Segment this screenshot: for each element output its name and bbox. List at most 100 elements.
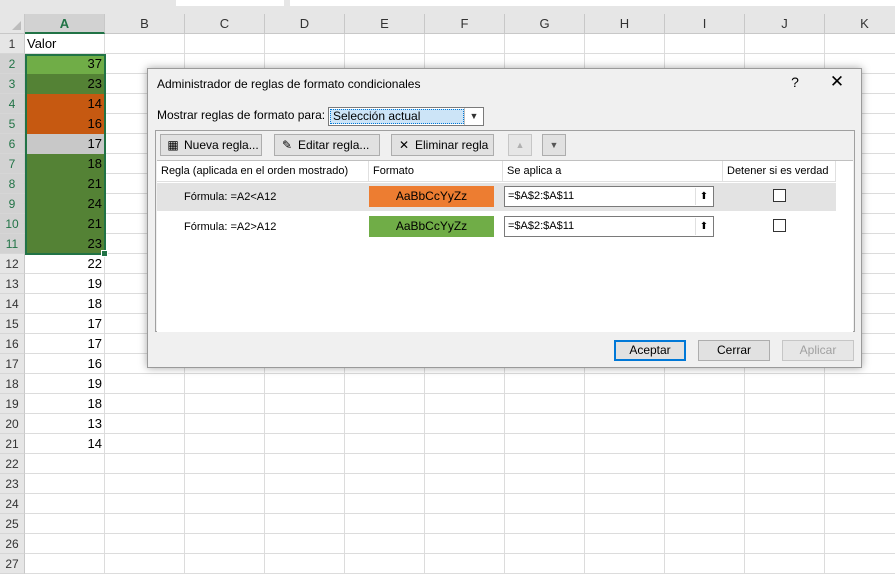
cell-a5[interactable]: 16 [25,114,105,134]
cell-e19[interactable] [345,394,425,414]
cell-e25[interactable] [345,514,425,534]
cell-c19[interactable] [185,394,265,414]
stop-if-true-checkbox[interactable] [773,219,786,232]
column-header-a[interactable]: A [25,14,105,34]
cell-h24[interactable] [585,494,665,514]
cell-a27[interactable] [25,554,105,574]
cell-j20[interactable] [745,414,825,434]
cell-g25[interactable] [505,514,585,534]
cell-b1[interactable] [105,34,185,54]
row-header-9[interactable]: 9 [0,194,25,214]
cell-f23[interactable] [425,474,505,494]
help-button[interactable]: ? [788,74,802,90]
cell-g22[interactable] [505,454,585,474]
cell-c23[interactable] [185,474,265,494]
cell-i20[interactable] [665,414,745,434]
cell-e22[interactable] [345,454,425,474]
cell-i26[interactable] [665,534,745,554]
new-rule-button[interactable]: ▦ Nueva regla... [160,134,262,156]
cell-a8[interactable]: 21 [25,174,105,194]
cell-b19[interactable] [105,394,185,414]
row-header-26[interactable]: 26 [0,534,25,554]
cell-c24[interactable] [185,494,265,514]
cell-j19[interactable] [745,394,825,414]
cell-j22[interactable] [745,454,825,474]
column-header-h[interactable]: H [585,14,665,34]
cell-c22[interactable] [185,454,265,474]
row-header-20[interactable]: 20 [0,414,25,434]
cell-b21[interactable] [105,434,185,454]
cell-a17[interactable]: 16 [25,354,105,374]
cell-d25[interactable] [265,514,345,534]
row-header-5[interactable]: 5 [0,114,25,134]
column-header-b[interactable]: B [105,14,185,34]
cell-d23[interactable] [265,474,345,494]
cell-a24[interactable] [25,494,105,514]
cell-j27[interactable] [745,554,825,574]
cell-h25[interactable] [585,514,665,534]
cell-d24[interactable] [265,494,345,514]
move-down-button[interactable]: ▼ [542,134,566,156]
cell-k19[interactable] [825,394,895,414]
cell-e26[interactable] [345,534,425,554]
cell-j26[interactable] [745,534,825,554]
cell-c20[interactable] [185,414,265,434]
cell-h19[interactable] [585,394,665,414]
cell-b20[interactable] [105,414,185,434]
cell-a14[interactable]: 18 [25,294,105,314]
applies-to-field[interactable]: =$A$2:$A$11 ⬆ [504,186,714,207]
cell-f19[interactable] [425,394,505,414]
cell-e23[interactable] [345,474,425,494]
cell-i19[interactable] [665,394,745,414]
cell-g20[interactable] [505,414,585,434]
cell-f27[interactable] [425,554,505,574]
row-header-1[interactable]: 1 [0,34,25,54]
cell-a11[interactable]: 23 [25,234,105,254]
cell-i27[interactable] [665,554,745,574]
column-header-i[interactable]: I [665,14,745,34]
show-rules-dropdown[interactable]: Selección actual ▼ [328,107,484,126]
cell-c18[interactable] [185,374,265,394]
cell-f18[interactable] [425,374,505,394]
cell-h27[interactable] [585,554,665,574]
cell-i21[interactable] [665,434,745,454]
cell-a23[interactable] [25,474,105,494]
applies-to-field[interactable]: =$A$2:$A$11 ⬆ [504,216,714,237]
cell-b18[interactable] [105,374,185,394]
row-header-27[interactable]: 27 [0,554,25,574]
row-header-17[interactable]: 17 [0,354,25,374]
cell-d27[interactable] [265,554,345,574]
cell-f22[interactable] [425,454,505,474]
cell-k20[interactable] [825,414,895,434]
cell-j25[interactable] [745,514,825,534]
column-header-e[interactable]: E [345,14,425,34]
cell-e27[interactable] [345,554,425,574]
cell-d22[interactable] [265,454,345,474]
select-all-corner[interactable] [0,14,25,34]
cell-g21[interactable] [505,434,585,454]
column-header-d[interactable]: D [265,14,345,34]
column-header-j[interactable]: J [745,14,825,34]
row-header-19[interactable]: 19 [0,394,25,414]
cell-h21[interactable] [585,434,665,454]
row-header-3[interactable]: 3 [0,74,25,94]
cell-h20[interactable] [585,414,665,434]
cell-g26[interactable] [505,534,585,554]
cell-b24[interactable] [105,494,185,514]
row-header-18[interactable]: 18 [0,374,25,394]
cell-i18[interactable] [665,374,745,394]
cell-a18[interactable]: 19 [25,374,105,394]
cell-a7[interactable]: 18 [25,154,105,174]
cell-c26[interactable] [185,534,265,554]
cell-k27[interactable] [825,554,895,574]
column-header-g[interactable]: G [505,14,585,34]
row-header-7[interactable]: 7 [0,154,25,174]
cell-a21[interactable]: 14 [25,434,105,454]
stop-if-true-checkbox[interactable] [773,189,786,202]
cell-j24[interactable] [745,494,825,514]
cell-a3[interactable]: 23 [25,74,105,94]
row-header-25[interactable]: 25 [0,514,25,534]
delete-rule-button[interactable]: ✕ Eliminar regla [391,134,494,156]
cell-g18[interactable] [505,374,585,394]
cell-j21[interactable] [745,434,825,454]
